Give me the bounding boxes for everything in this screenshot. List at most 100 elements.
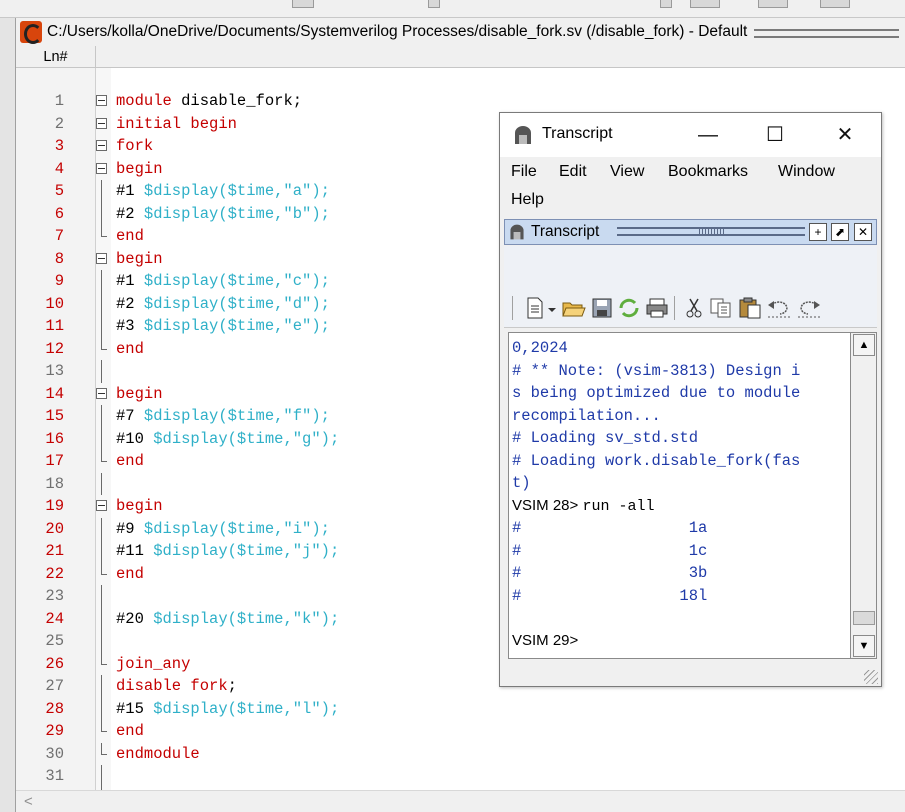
transcript-output-line: s being optimized due to module bbox=[512, 382, 800, 405]
pane-undock-button[interactable]: ⬈ bbox=[831, 223, 849, 241]
line-number: 28 bbox=[45, 699, 64, 718]
code-text: #10 $display($time,"g"); bbox=[116, 428, 339, 451]
keyword-token: begin bbox=[116, 384, 163, 403]
menu-view[interactable]: View bbox=[610, 163, 644, 181]
code-text: #15 $display($time,"l"); bbox=[116, 698, 339, 721]
line-number: 21 bbox=[45, 542, 64, 560]
menu-file[interactable]: File bbox=[511, 163, 537, 181]
save-icon[interactable] bbox=[591, 297, 613, 319]
code-line[interactable]: 1 module disable_fork; bbox=[16, 90, 905, 113]
transcript-output-line: # Loading work.disable_fork(fas bbox=[512, 450, 800, 473]
code-line[interactable]: 31 bbox=[16, 765, 905, 788]
keyword-token: join_any bbox=[116, 654, 191, 673]
pane-close-button[interactable]: ✕ bbox=[854, 223, 872, 241]
code-text: begin bbox=[116, 495, 163, 518]
menu-bookmarks[interactable]: Bookmarks bbox=[668, 163, 748, 181]
system-task-token: $display($time,"j"); bbox=[153, 542, 340, 560]
code-text: begin bbox=[116, 158, 163, 181]
reload-icon[interactable] bbox=[617, 297, 641, 319]
scroll-thumb[interactable] bbox=[853, 611, 875, 625]
fold-toggle-icon[interactable] bbox=[96, 140, 107, 151]
code-line[interactable]: 30 endmodule bbox=[16, 742, 905, 766]
dropdown-arrow-icon[interactable] bbox=[547, 297, 557, 319]
toolbar-fragment bbox=[690, 0, 720, 8]
transcript-app-icon bbox=[515, 126, 531, 144]
code-text: #3 $display($time,"e"); bbox=[116, 315, 330, 338]
line-number: 13 bbox=[45, 362, 64, 380]
fold-toggle-icon[interactable] bbox=[96, 117, 107, 129]
code-text: endmodule bbox=[116, 743, 200, 766]
code-token: #7 bbox=[116, 407, 144, 425]
open-folder-icon[interactable] bbox=[562, 297, 586, 319]
fold-end-marker bbox=[101, 731, 107, 732]
line-number: 30 bbox=[45, 744, 64, 763]
line-number: 20 bbox=[45, 519, 64, 538]
line-number: 7 bbox=[54, 227, 64, 245]
fold-toggle-icon[interactable] bbox=[96, 252, 107, 264]
transcript-output-line: # 3b bbox=[512, 562, 707, 585]
code-line[interactable]: 28 #15 $display($time,"l"); bbox=[16, 697, 905, 721]
code-text: #20 $display($time,"k"); bbox=[116, 608, 339, 631]
minimize-button[interactable]: — bbox=[688, 121, 728, 149]
transcript-output-line: recompilation... bbox=[512, 405, 661, 428]
scroll-left-icon[interactable]: < bbox=[24, 793, 33, 810]
code-text: #9 $display($time,"i"); bbox=[116, 518, 330, 541]
undo-icon[interactable] bbox=[766, 297, 792, 319]
transcript-output[interactable]: 0,2024 # ** Note: (vsim-3813) Design i s b… bbox=[508, 332, 851, 659]
system-task-token: $display($time,"c"); bbox=[143, 272, 330, 290]
new-file-icon[interactable] bbox=[526, 297, 544, 319]
keyword-token: end bbox=[116, 452, 144, 470]
menu-help[interactable]: Help bbox=[511, 191, 544, 209]
fold-guide bbox=[101, 427, 102, 450]
code-token: #1 bbox=[116, 182, 144, 200]
transcript-pane-header[interactable]: Transcript + ⬈ ✕ bbox=[504, 219, 877, 245]
keyword-token: end bbox=[116, 339, 144, 358]
line-number: 8 bbox=[54, 249, 64, 268]
resize-grip-icon[interactable] bbox=[864, 670, 878, 684]
copy-icon[interactable] bbox=[709, 297, 733, 319]
fold-toggle-icon[interactable] bbox=[96, 387, 107, 399]
scroll-down-button[interactable]: ▼ bbox=[853, 635, 875, 657]
horizontal-scrollbar[interactable]: < bbox=[16, 790, 905, 812]
line-number: 24 bbox=[45, 609, 64, 628]
code-token: #9 bbox=[116, 519, 144, 538]
pane-drag-grip[interactable] bbox=[617, 227, 805, 236]
code-text: begin bbox=[116, 383, 163, 406]
title-drag-grip[interactable] bbox=[754, 28, 899, 38]
fold-toggle-icon[interactable] bbox=[96, 500, 107, 511]
toolbar-separator bbox=[512, 296, 513, 320]
transcript-output-line: # ** Note: (vsim-3813) Design i bbox=[512, 360, 800, 383]
transcript-window: Transcript — ☐ ✕ File Edit View Bookmark… bbox=[499, 112, 882, 687]
menu-edit[interactable]: Edit bbox=[559, 163, 587, 181]
menu-window[interactable]: Window bbox=[778, 163, 835, 181]
line-number: 16 bbox=[45, 429, 64, 448]
transcript-title-bar[interactable]: Transcript — ☐ ✕ bbox=[500, 113, 881, 157]
cut-icon[interactable] bbox=[684, 297, 704, 319]
line-number: 12 bbox=[45, 339, 64, 358]
fold-toggle-icon[interactable] bbox=[96, 162, 107, 174]
pane-pin-button[interactable]: + bbox=[809, 223, 827, 241]
paste-icon[interactable] bbox=[738, 297, 762, 319]
editor-title: C:/Users/kolla/OneDrive/Documents/System… bbox=[47, 23, 748, 40]
toolbar-empty-area bbox=[504, 246, 877, 288]
code-text: #2 $display($time,"b"); bbox=[116, 203, 330, 226]
transcript-text: # 3b bbox=[512, 564, 708, 582]
code-token: #3 bbox=[116, 317, 144, 335]
transcript-vertical-scrollbar[interactable]: ▲ ▼ bbox=[851, 332, 877, 659]
scroll-up-button[interactable]: ▲ bbox=[853, 334, 875, 356]
transcript-text: # 18l bbox=[512, 586, 708, 605]
code-text: end bbox=[116, 720, 144, 743]
redo-icon[interactable] bbox=[796, 297, 822, 319]
print-icon[interactable] bbox=[645, 297, 669, 319]
editor-title-bar[interactable]: C:/Users/kolla/OneDrive/Documents/System… bbox=[16, 18, 905, 46]
code-text: #1 $display($time,"c"); bbox=[116, 270, 330, 293]
code-text: end bbox=[116, 450, 144, 473]
transcript-toolbar bbox=[504, 288, 877, 328]
code-line[interactable]: 29 end bbox=[16, 720, 905, 743]
fold-end-marker bbox=[101, 461, 107, 462]
line-number: 22 bbox=[45, 564, 64, 583]
line-number: 17 bbox=[45, 452, 64, 470]
fold-toggle-icon[interactable] bbox=[96, 95, 107, 106]
close-button[interactable]: ✕ bbox=[825, 121, 865, 149]
maximize-button[interactable]: ☐ bbox=[755, 121, 795, 149]
